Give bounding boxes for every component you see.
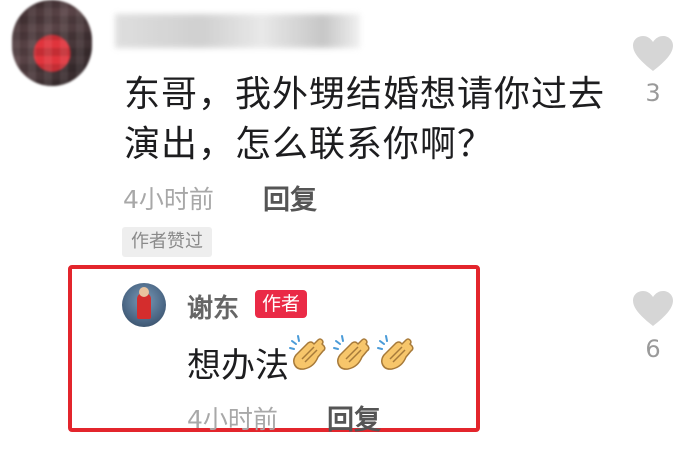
- comment-like-count: 3: [645, 79, 661, 107]
- commenter-name-blurred[interactable]: [115, 14, 360, 48]
- reply-like-heart-icon[interactable]: [632, 290, 674, 328]
- reply-like-count: 6: [645, 335, 661, 363]
- reply-author-name[interactable]: 谢东: [187, 288, 239, 325]
- reply-author-avatar[interactable]: [122, 283, 166, 327]
- author-liked-badge: 作者赞过: [122, 227, 212, 257]
- author-badge: 作者: [255, 290, 308, 318]
- comment-text: 东哥，我外甥结婚想请你过去演出，怎么联系你啊？: [124, 74, 606, 165]
- commenter-avatar-blurred[interactable]: [12, 0, 92, 86]
- reply-text: 想办法: [187, 346, 289, 386]
- reply-time: 4小时前: [187, 405, 278, 434]
- comment-time: 4小时前: [123, 185, 214, 214]
- comment-reply-button[interactable]: 回复: [263, 178, 317, 217]
- clapping-hands-icon: [289, 335, 326, 370]
- reply-reply-button[interactable]: 回复: [327, 398, 381, 437]
- clapping-hands-icon: [377, 335, 414, 370]
- comment-like-heart-icon[interactable]: [632, 35, 674, 73]
- clapping-hands-icon: [333, 335, 370, 370]
- reply-emoji-row: [288, 333, 416, 375]
